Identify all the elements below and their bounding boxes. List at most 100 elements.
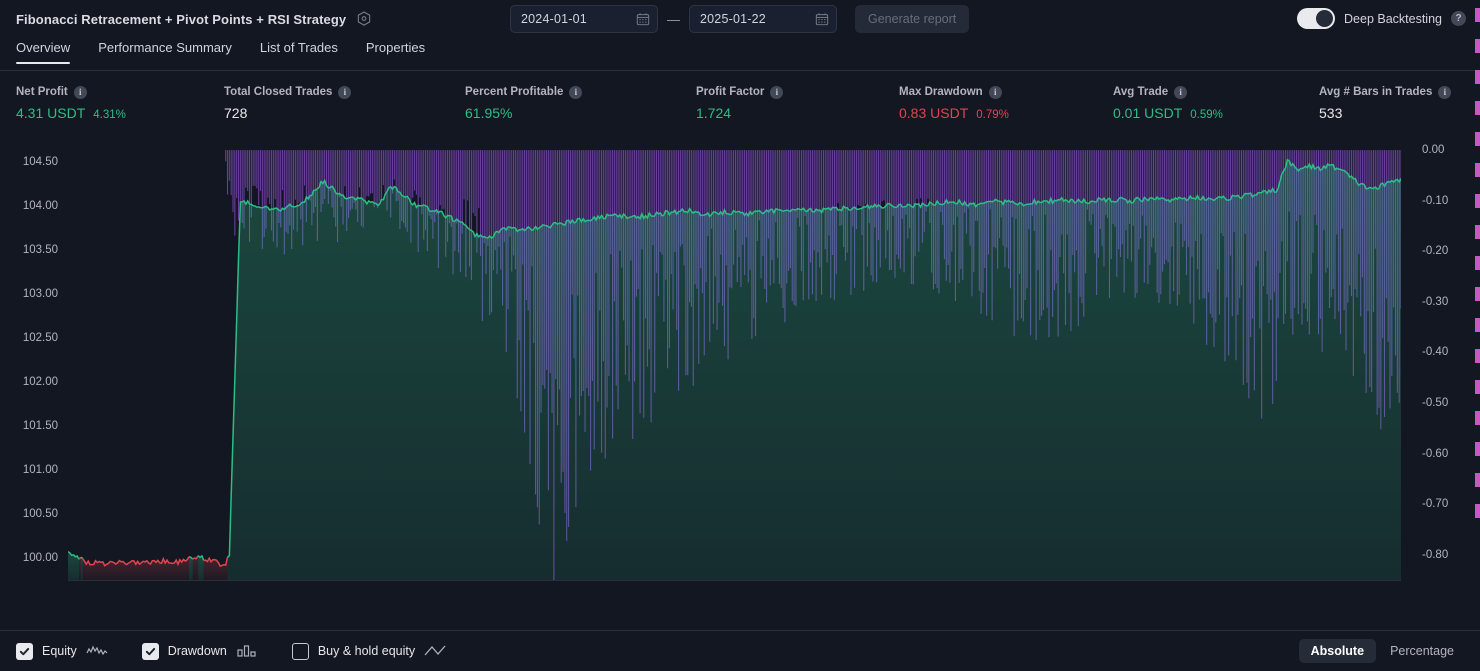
drawdown-bar (269, 150, 271, 204)
y-axis-drawdown: 0.00 -0.10 -0.20 -0.30 -0.40 -0.50 -0.60 -0.70 -… (1414, 134, 1480, 589)
check-icon (145, 647, 155, 655)
drawdown-bar (412, 150, 414, 198)
drawdown-bar (247, 150, 249, 192)
help-icon[interactable]: ? (1451, 11, 1466, 26)
drawdown-bar (461, 150, 463, 234)
date-to-value: 2025-01-22 (700, 12, 766, 26)
info-icon[interactable]: i (1174, 85, 1188, 99)
mode-percentage[interactable]: Percentage (1378, 639, 1466, 663)
y2-tick-label: -0.30 (1422, 295, 1449, 308)
drawdown-bar (236, 150, 238, 198)
stat-label: Avg # Bars in Trades (1319, 86, 1433, 98)
stat-value: 533 (1319, 105, 1343, 121)
tab-performance-summary[interactable]: Performance Summary (84, 40, 246, 64)
drawdown-bar (925, 150, 927, 212)
legend-item-drawdown[interactable]: Drawdown (141, 642, 258, 660)
legend-item-equity[interactable]: Equity (16, 642, 108, 660)
info-icon[interactable]: i (988, 85, 1002, 99)
generate-report-button[interactable]: Generate report (855, 5, 970, 33)
date-from-input[interactable]: 2024-01-01 (510, 5, 658, 33)
checkbox-drawdown[interactable] (141, 642, 159, 660)
drawdown-bar (252, 150, 254, 186)
page-title: Fibonacci Retracement + Pivot Points + R… (16, 11, 347, 27)
legend-item-buy-hold-equity[interactable]: Buy & hold equity (291, 642, 446, 660)
drawdown-bar (232, 150, 234, 213)
checkbox-buy-hold-equity[interactable] (291, 642, 309, 660)
drawdown-bar (338, 150, 340, 198)
drawdown-bar (303, 150, 306, 186)
drawdown-bar (857, 150, 859, 206)
stat-avg-trade: Avg Trade i 0.01 USDT 0.59% (1113, 84, 1223, 121)
mode-absolute[interactable]: Absolute (1298, 639, 1377, 663)
drawdown-bar (415, 150, 417, 195)
drawdown-bar (413, 150, 416, 191)
drawdown-bar (920, 150, 922, 199)
drawdown-bar (989, 150, 991, 210)
stat-value: 0.01 USDT (1113, 105, 1183, 121)
equity-fill-segment (189, 556, 193, 580)
legend-label: Drawdown (167, 644, 227, 658)
drawdown-bar (967, 150, 969, 209)
equity-fill-segment (82, 556, 189, 580)
stat-max-drawdown: Max Drawdown i 0.83 USDT 0.79% (899, 84, 1009, 121)
stat-subvalue: 0.59% (1190, 109, 1223, 121)
info-icon[interactable]: i (569, 85, 583, 99)
drawdown-bar (230, 150, 232, 195)
deep-backtesting-group: Deep Backtesting ? (1297, 8, 1466, 29)
calendar-icon[interactable] (636, 12, 650, 26)
info-icon[interactable]: i (338, 85, 352, 99)
equity-fill-segment (227, 159, 1401, 580)
tab-overview[interactable]: Overview (2, 40, 84, 64)
deep-backtesting-toggle[interactable] (1297, 8, 1336, 29)
stat-value: 1.724 (696, 105, 732, 121)
drawdown-bar (364, 150, 366, 203)
info-icon[interactable]: i (1438, 85, 1452, 99)
stat-label: Percent Profitable (465, 86, 564, 98)
y-tick-label: 103.00 (22, 288, 58, 300)
info-icon[interactable]: i (73, 85, 87, 99)
chart-baseline (68, 580, 1401, 581)
date-to-input[interactable]: 2025-01-22 (689, 5, 837, 33)
drawdown-bar (393, 150, 395, 180)
calendar-icon[interactable] (815, 12, 829, 26)
stat-subvalue: 4.31% (93, 109, 126, 121)
y-tick-label: 100.00 (22, 552, 58, 564)
stat-net-profit: Net Profit i 4.31 USDT 4.31% (16, 84, 126, 121)
drawdown-bar (865, 150, 867, 204)
strategy-title-group: Fibonacci Retracement + Pivot Points + R… (16, 10, 373, 28)
y-tick-label: 102.50 (22, 332, 58, 344)
drawdown-bar (258, 150, 260, 206)
drawdown-bar (371, 150, 373, 194)
drawdown-bar (267, 150, 269, 198)
chart-plot-area[interactable] (68, 140, 1401, 580)
drawdown-bar (225, 150, 227, 162)
drawdown-bar (822, 150, 824, 213)
drawdown-bar (804, 150, 806, 216)
drawdown-bar (379, 150, 381, 202)
checkbox-equity[interactable] (16, 642, 33, 660)
stat-value: 4.31 USDT (16, 105, 86, 121)
drawdown-bar (428, 150, 430, 216)
drawdown-bar (927, 150, 929, 199)
drawdown-bar (226, 150, 229, 195)
drawdown-bar (373, 150, 375, 208)
series-legend: Equity Drawdown Buy & hold equity (16, 642, 446, 660)
drawdown-bar (443, 150, 445, 209)
drawdown-bar (859, 150, 861, 207)
hexagon-target-icon[interactable] (355, 10, 373, 28)
stat-value: 0.83 USDT (899, 105, 969, 121)
drawdown-bar (487, 150, 489, 247)
info-icon[interactable]: i (770, 85, 784, 99)
drawdown-bar (228, 150, 230, 181)
chart-footer: Equity Drawdown Buy & hold equity Absolute… (0, 630, 1480, 671)
tab-properties[interactable]: Properties (352, 40, 439, 64)
stat-label: Max Drawdown (899, 86, 983, 98)
drawdown-bar (239, 150, 241, 203)
stat-label: Net Profit (16, 86, 68, 98)
stat-value: 61.95% (465, 105, 513, 121)
drawdown-bar (467, 150, 469, 201)
equity-line-icon (86, 644, 108, 658)
tab-list-of-trades[interactable]: List of Trades (246, 40, 352, 64)
drawdown-bar (325, 150, 328, 186)
deep-backtesting-label: Deep Backtesting (1344, 11, 1442, 26)
